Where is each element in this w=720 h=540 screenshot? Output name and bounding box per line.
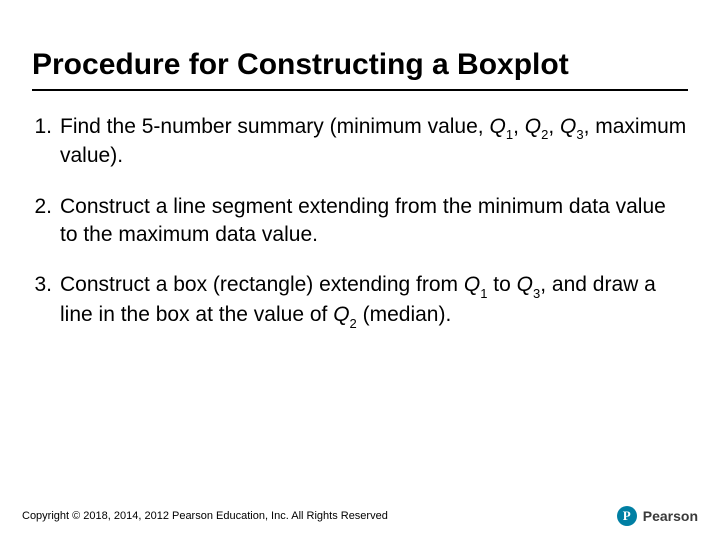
list-item: 3. Construct a box (rectangle) extending… xyxy=(32,271,688,331)
list-number: 1. xyxy=(32,113,60,171)
title-underline xyxy=(32,89,688,91)
brand: P Pearson xyxy=(617,506,698,526)
copyright-text: Copyright © 2018, 2014, 2012 Pearson Edu… xyxy=(22,510,388,522)
brand-name: Pearson xyxy=(643,508,698,524)
list-number: 2. xyxy=(32,193,60,250)
slide-title: Procedure for Constructing a Boxplot xyxy=(32,48,688,83)
list-text: Find the 5-number summary (minimum value… xyxy=(60,113,688,171)
list-item: 1. Find the 5-number summary (minimum va… xyxy=(32,113,688,171)
list-text: Construct a box (rectangle) extending fr… xyxy=(60,271,688,331)
list-text: Construct a line segment extending from … xyxy=(60,193,688,250)
footer: Copyright © 2018, 2014, 2012 Pearson Edu… xyxy=(0,506,720,526)
list-number: 3. xyxy=(32,271,60,331)
pearson-logo-icon: P xyxy=(617,506,637,526)
list-item: 2. Construct a line segment extending fr… xyxy=(32,193,688,250)
slide: Procedure for Constructing a Boxplot 1. … xyxy=(0,0,720,540)
